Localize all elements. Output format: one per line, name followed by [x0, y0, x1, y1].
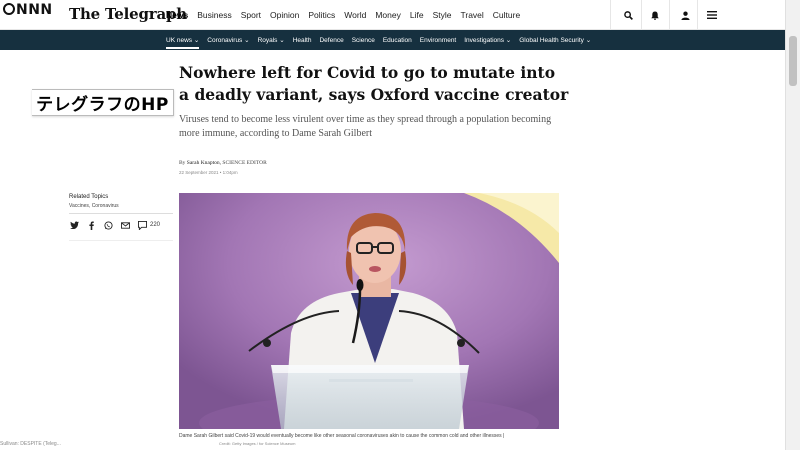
photo-caption: Dame Sarah Gilbert said Covid-19 would e… — [179, 433, 505, 439]
nav-style[interactable]: Style — [433, 10, 452, 20]
page-scrollbar[interactable] — [785, 0, 800, 450]
photo-credit: Credit: Getty Images / for Science Museu… — [219, 441, 296, 446]
email-icon[interactable] — [120, 220, 130, 230]
subnav-defence[interactable]: Defence — [319, 37, 343, 44]
caption-text: テレグラフのHP — [36, 95, 169, 115]
comment-icon[interactable] — [137, 220, 147, 230]
subnav-uk-news[interactable]: UK news ⌄ — [166, 36, 200, 49]
broadcast-caption-label: テレグラフのHP — [32, 89, 174, 116]
nav-money[interactable]: Money — [375, 10, 401, 20]
nav-news[interactable]: News — [166, 10, 188, 20]
related-topics-tags[interactable]: Vaccines, Coronavirus — [69, 203, 119, 209]
nav-culture[interactable]: Culture — [493, 10, 520, 20]
section-nav: UK news ⌄ Coronavirus ⌄ Royals ⌄ Health … — [0, 30, 785, 50]
share-toolbar: 220 — [69, 220, 160, 230]
sidebar-divider — [69, 240, 173, 241]
scrollbar-thumb[interactable] — [789, 36, 797, 86]
main-nav: News Business Sport Opinion Politics Wor… — [166, 10, 520, 20]
related-topics-title: Related Topics — [69, 194, 109, 200]
header-divider — [641, 0, 642, 30]
nav-opinion[interactable]: Opinion — [270, 10, 299, 20]
subnav-education[interactable]: Education — [383, 37, 412, 44]
header-divider — [669, 0, 670, 30]
header-divider — [610, 0, 611, 30]
subnav-global-health-security[interactable]: Global Health Security ⌄ — [519, 36, 591, 44]
subnav-investigations[interactable]: Investigations ⌄ — [464, 36, 511, 44]
article-dateline: 22 September 2021 • 1:04pm — [179, 170, 238, 175]
subnav-environment[interactable]: Environment — [420, 37, 457, 44]
nav-life[interactable]: Life — [410, 10, 424, 20]
menu-icon[interactable] — [705, 8, 719, 22]
whatsapp-icon[interactable] — [103, 220, 113, 230]
notification-icon[interactable] — [648, 8, 662, 22]
nav-travel[interactable]: Travel — [460, 10, 483, 20]
site-header: NNN The Telegraph News Business Sport Op… — [0, 0, 785, 30]
nav-world[interactable]: World — [344, 10, 366, 20]
subnav-science[interactable]: Science — [352, 37, 375, 44]
channel-logo: NNN — [3, 2, 53, 18]
article-headline: Nowhere left for Covid to go to mutate i… — [179, 63, 569, 104]
subnav-health[interactable]: Health — [293, 37, 312, 44]
byline-prefix: By — [179, 160, 186, 166]
sidebar-divider — [69, 213, 173, 214]
broadcast-ticker: Sullivan: DESPITE (Teleg... — [0, 441, 61, 447]
twitter-icon[interactable] — [69, 220, 79, 230]
article-standfirst: Viruses tend to become less virulent ove… — [179, 114, 552, 139]
header-divider — [697, 0, 698, 30]
nav-business[interactable]: Business — [197, 10, 232, 20]
search-icon[interactable] — [621, 8, 635, 22]
nav-politics[interactable]: Politics — [308, 10, 335, 20]
nav-sport[interactable]: Sport — [241, 10, 261, 20]
comment-count[interactable]: 220 — [150, 222, 160, 228]
subnav-coronavirus[interactable]: Coronavirus ⌄ — [207, 36, 249, 44]
byline-role: SCIENCE EDITOR — [222, 160, 267, 166]
subnav-royals[interactable]: Royals ⌄ — [258, 36, 285, 44]
account-icon[interactable] — [678, 8, 692, 22]
article-photo — [179, 193, 559, 429]
article-byline: By Sarah Knapton, SCIENCE EDITOR — [179, 160, 267, 166]
byline-author[interactable]: Sarah Knapton, — [187, 160, 221, 166]
facebook-icon[interactable] — [86, 220, 96, 230]
